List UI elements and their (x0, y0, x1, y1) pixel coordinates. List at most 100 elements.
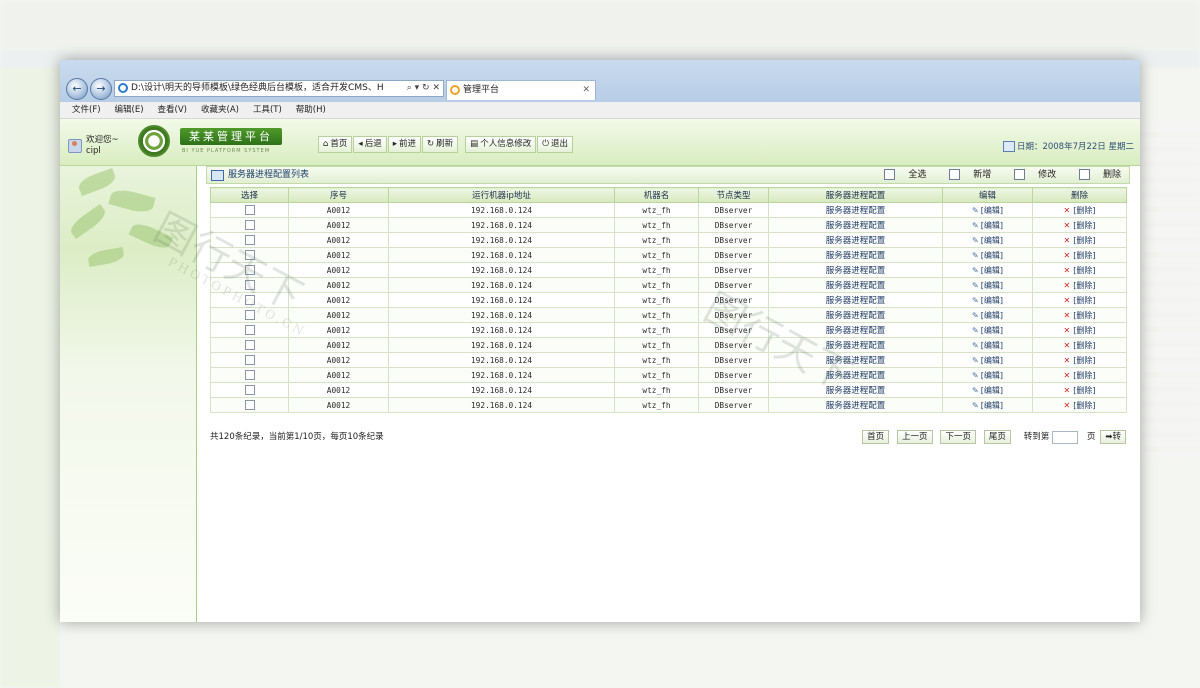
row-config-link[interactable]: 服务器进程配置 (768, 262, 943, 278)
pencil-icon: ✎ (972, 400, 979, 410)
nav-logout-button[interactable]: ⏻ 退出 (537, 136, 573, 153)
row-delete-cell: ✕ [删除] (1032, 382, 1127, 398)
menu-item[interactable]: 工具(T) (253, 102, 282, 118)
row-config-link[interactable]: 服务器进程配置 (768, 322, 943, 338)
row-checkbox[interactable] (244, 295, 255, 305)
row-delete-link[interactable]: [删除] (1073, 371, 1095, 380)
row-config-link[interactable]: 服务器进程配置 (768, 277, 943, 293)
row-config-link[interactable]: 服务器进程配置 (768, 307, 943, 323)
row-edit-link[interactable]: [编辑] (981, 371, 1003, 380)
row-config-link[interactable]: 服务器进程配置 (768, 232, 943, 248)
row-delete-link[interactable]: [删除] (1073, 236, 1095, 245)
row-edit-link[interactable]: [编辑] (981, 326, 1003, 335)
go-button[interactable]: ➡转 (1100, 430, 1126, 444)
nav-home-button[interactable]: ⌂ 首页 (318, 136, 353, 153)
leaf-decoration (108, 186, 156, 216)
row-edit-link[interactable]: [编辑] (981, 206, 1003, 215)
row-checkbox[interactable] (244, 385, 255, 395)
delete-button[interactable]: 删除 (1069, 169, 1121, 180)
browser-back-button[interactable]: ← (66, 78, 88, 100)
menu-item[interactable]: 文件(F) (72, 102, 101, 118)
nav-back-button[interactable]: ◂ 后退 (353, 136, 387, 153)
row-checkbox[interactable] (244, 310, 255, 320)
browser-forward-button[interactable]: → (90, 78, 112, 100)
select-all-button[interactable]: 全选 (874, 169, 927, 180)
menu-item[interactable]: 查看(V) (158, 102, 187, 118)
row-delete-cell: ✕ [删除] (1032, 247, 1127, 263)
row-delete-link[interactable]: [删除] (1073, 326, 1095, 335)
row-delete-link[interactable]: [删除] (1073, 386, 1095, 395)
row-select-cell (210, 352, 289, 368)
row-config-link[interactable]: 服务器进程配置 (768, 352, 943, 368)
row-ip: 192.168.0.124 (388, 352, 615, 368)
row-checkbox[interactable] (244, 205, 255, 215)
row-edit-cell: ✎ [编辑] (942, 217, 1033, 233)
row-checkbox[interactable] (244, 220, 255, 230)
row-edit-link[interactable]: [编辑] (981, 296, 1003, 305)
row-edit-link[interactable]: [编辑] (981, 281, 1003, 290)
edit-button[interactable]: 修改 (1004, 169, 1056, 180)
row-checkbox[interactable] (244, 325, 255, 335)
row-delete-cell: ✕ [删除] (1032, 262, 1127, 278)
address-controls[interactable]: ⌕ ▾ ↻ ✕ (407, 81, 440, 96)
row-delete-link[interactable]: [删除] (1073, 356, 1095, 365)
menu-item[interactable]: 收藏夹(A) (201, 102, 239, 118)
row-edit-link[interactable]: [编辑] (981, 341, 1003, 350)
nav-forward-button[interactable]: ▸ 前进 (387, 136, 422, 153)
row-config-link[interactable]: 服务器进程配置 (768, 292, 943, 308)
row-config-link[interactable]: 服务器进程配置 (768, 202, 943, 218)
address-bar[interactable]: D:\设计\明天的导师模板\绿色经典后台模板，适合开发CMS、H ⌕ ▾ ↻ ✕ (114, 80, 444, 97)
goto-page-input[interactable] (1052, 431, 1079, 444)
row-checkbox[interactable] (244, 265, 255, 275)
browser-tab[interactable]: 管理平台 ✕ (446, 80, 596, 100)
row-delete-link[interactable]: [删除] (1073, 281, 1095, 290)
row-delete-cell: ✕ [删除] (1032, 397, 1127, 413)
row-delete-link[interactable]: [删除] (1073, 311, 1095, 320)
back-icon: ◂ (358, 139, 363, 149)
row-config-link[interactable]: 服务器进程配置 (768, 337, 943, 353)
row-edit-link[interactable]: [编辑] (981, 401, 1003, 410)
tab-close-icon[interactable]: ✕ (582, 81, 590, 99)
row-checkbox[interactable] (244, 370, 255, 380)
row-ip: 192.168.0.124 (388, 307, 615, 323)
row-checkbox[interactable] (244, 280, 255, 290)
row-config-link[interactable]: 服务器进程配置 (768, 217, 943, 233)
row-config-link[interactable]: 服务器进程配置 (768, 382, 943, 398)
row-delete-link[interactable]: [删除] (1073, 206, 1095, 215)
row-config-link[interactable]: 服务器进程配置 (768, 247, 943, 263)
menu-item[interactable]: 编辑(E) (115, 102, 144, 118)
next-page-button[interactable]: 下一页 (940, 430, 976, 444)
row-machine: wtz_fh (614, 322, 699, 338)
add-button[interactable]: 新增 (939, 169, 991, 180)
nav-refresh-button[interactable]: ↻ 刷新 (422, 136, 459, 153)
row-delete-link[interactable]: [删除] (1073, 221, 1095, 230)
row-edit-link[interactable]: [编辑] (981, 251, 1003, 260)
row-delete-link[interactable]: [删除] (1073, 341, 1095, 350)
select-all-label: 全选 (908, 170, 927, 180)
row-delete-link[interactable]: [删除] (1073, 266, 1095, 275)
row-machine: wtz_fh (614, 262, 699, 278)
nav-profile-button[interactable]: ▤ 个人信息修改 (465, 136, 537, 153)
row-checkbox[interactable] (244, 400, 255, 410)
row-edit-link[interactable]: [编辑] (981, 356, 1003, 365)
row-delete-link[interactable]: [删除] (1073, 401, 1095, 410)
row-edit-link[interactable]: [编辑] (981, 311, 1003, 320)
row-edit-link[interactable]: [编辑] (981, 266, 1003, 275)
row-checkbox[interactable] (244, 235, 255, 245)
row-config-link[interactable]: 服务器进程配置 (768, 367, 943, 383)
row-config-link[interactable]: 服务器进程配置 (768, 397, 943, 413)
last-page-button[interactable]: 尾页 (983, 430, 1011, 444)
row-checkbox[interactable] (244, 250, 255, 260)
row-checkbox[interactable] (244, 355, 255, 365)
app-header: 欢迎您~ cipl 某某管理平台 BI YUE PLATFORM SYSTEM … (60, 119, 1140, 166)
prev-page-button[interactable]: 上一页 (897, 430, 933, 444)
row-edit-link[interactable]: [编辑] (981, 221, 1003, 230)
row-delete-link[interactable]: [删除] (1073, 251, 1095, 260)
row-delete-link[interactable]: [删除] (1073, 296, 1095, 305)
first-page-button[interactable]: 首页 (862, 430, 890, 444)
menu-item[interactable]: 帮助(H) (296, 102, 326, 118)
pager-info: 共120条纪录，当前第1/10页，每页10条纪录 (210, 432, 384, 442)
row-edit-link[interactable]: [编辑] (981, 386, 1003, 395)
row-checkbox[interactable] (244, 340, 255, 350)
row-edit-link[interactable]: [编辑] (981, 236, 1003, 245)
